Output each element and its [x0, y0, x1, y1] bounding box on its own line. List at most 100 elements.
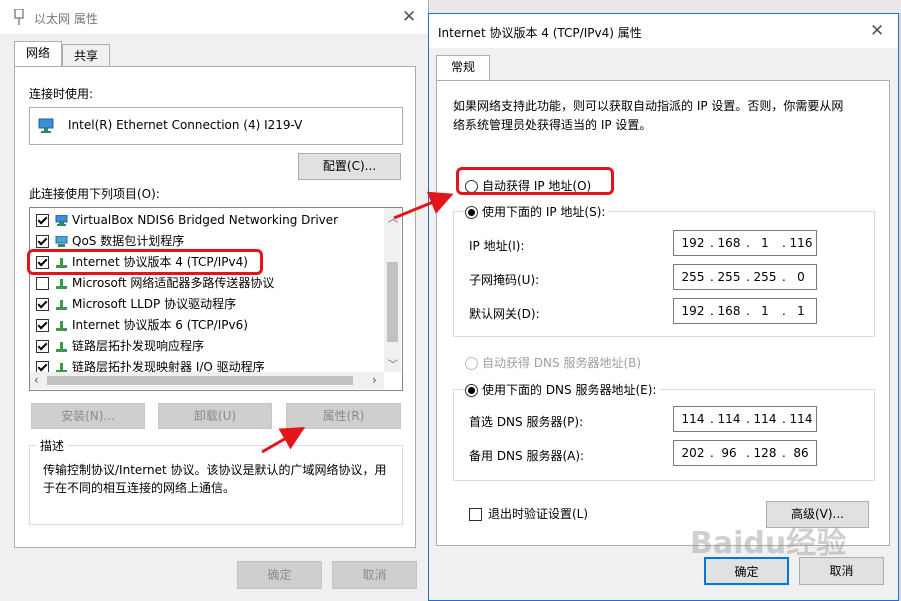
- dns-group: [453, 389, 875, 481]
- protocol-icon: [56, 320, 67, 331]
- monitor-network-icon: [38, 118, 54, 133]
- manual-dns-radio[interactable]: [465, 384, 478, 397]
- manual-ip-option[interactable]: 使用下面的 IP 地址(S):: [465, 203, 609, 220]
- item-checkbox[interactable]: [36, 214, 49, 227]
- list-item[interactable]: Microsoft LLDP 协议驱动程序: [36, 294, 236, 314]
- gateway-field[interactable]: 192. 168. 1. 1: [673, 298, 817, 324]
- auto-dns-option[interactable]: 自动获得 DNS 服务器地址(B): [465, 354, 641, 371]
- subnet-octet-4: 0: [797, 270, 805, 284]
- tab-sharing[interactable]: 共享: [62, 44, 110, 67]
- validate-option[interactable]: 退出时验证设置(L): [469, 505, 588, 522]
- scroll-right-icon[interactable]: ›: [372, 373, 377, 387]
- auto-dns-radio[interactable]: [465, 357, 478, 370]
- adns-octet-2: 96: [721, 446, 737, 460]
- validate-checkbox[interactable]: [469, 508, 482, 521]
- description-text-line2: 于在不同的相互连接的网络上通信。: [43, 481, 236, 495]
- adns-octet-1: 202: [681, 446, 705, 460]
- item-checkbox[interactable]: [36, 319, 49, 332]
- watermark: Baidu经验: [690, 526, 847, 561]
- intro-text-line2: 络系统管理员处获得适当的 IP 设置。: [453, 118, 652, 132]
- ip-octet-1: 192: [681, 236, 705, 250]
- list-item[interactable]: 链路层拓扑发现响应程序: [36, 336, 204, 356]
- items-label: 此连接使用下列项目(O):: [29, 187, 160, 201]
- manual-ip-radio[interactable]: [465, 206, 478, 219]
- alternate-dns-label: 备用 DNS 服务器(A):: [469, 449, 585, 463]
- item-checkbox[interactable]: [36, 277, 49, 290]
- protocol-icon: [56, 278, 67, 289]
- gateway-octet-2: 168: [717, 304, 741, 318]
- subnet-octet-1: 255: [681, 270, 705, 284]
- manual-dns-option[interactable]: 使用下面的 DNS 服务器地址(E):: [465, 381, 660, 398]
- ip-address-field[interactable]: 192. 168. 1. 116: [673, 230, 817, 256]
- tab-network[interactable]: 网络: [14, 41, 62, 67]
- preferred-dns-field[interactable]: 114. 114. 114. 114: [673, 406, 817, 432]
- adns-octet-3: 128: [753, 446, 777, 460]
- adapter-name: Intel(R) Ethernet Connection (4) I219-V: [68, 118, 303, 132]
- pdns-octet-1: 114: [681, 412, 705, 426]
- list-item-label: 链路层拓扑发现响应程序: [72, 339, 205, 353]
- intro-text-line1: 如果网络支持此功能，则可以获取自动指派的 IP 设置。否则，你需要从网: [453, 99, 844, 113]
- list-item-label: Internet 协议版本 6 (TCP/IPv6): [72, 318, 248, 332]
- gateway-label: 默认网关(D):: [469, 307, 540, 321]
- scroll-left-icon[interactable]: ‹: [34, 373, 39, 387]
- adns-octet-4: 86: [793, 446, 809, 460]
- general-tab-panel: 如果网络支持此功能，则可以获取自动指派的 IP 设置。否则，你需要从网 络系统管…: [436, 80, 890, 546]
- background-window-strip: [428, 0, 901, 13]
- components-list[interactable]: VirtualBox NDIS6 Bridged Networking Driv…: [29, 207, 403, 391]
- subnet-octet-2: 255: [717, 270, 741, 284]
- list-item[interactable]: VirtualBox NDIS6 Bridged Networking Driv…: [36, 210, 338, 230]
- list-item[interactable]: QoS 数据包计划程序: [36, 231, 184, 251]
- vertical-scrollbar[interactable]: ︿ ﹀: [384, 208, 401, 372]
- list-item-label: Microsoft 网络适配器多路传送器协议: [72, 276, 275, 290]
- install-button[interactable]: 安装(N)...: [31, 403, 145, 429]
- monitor-network-icon: [55, 214, 68, 226]
- item-checkbox[interactable]: [36, 298, 49, 311]
- network-tab-panel: 连接时使用: Intel(R) Ethernet Connection (4) …: [14, 66, 416, 548]
- network-adapter-icon: [14, 9, 24, 25]
- scrollbar-thumb[interactable]: [387, 262, 398, 342]
- preferred-dns-label: 首选 DNS 服务器(P):: [469, 415, 584, 429]
- ip-octet-2: 168: [717, 236, 741, 250]
- ethernet-properties-dialog: 以太网 属性 ✕ 网络 共享 连接时使用: Intel(R) Ethernet …: [0, 0, 429, 601]
- auto-ip-highlight-ring: [456, 167, 614, 195]
- manual-dns-label: 使用下面的 DNS 服务器地址(E):: [482, 383, 657, 397]
- manual-ip-label: 使用下面的 IP 地址(S):: [482, 205, 606, 219]
- scroll-up-icon[interactable]: ︿: [388, 210, 398, 225]
- ip-address-label: IP 地址(I):: [469, 239, 525, 253]
- ok-button[interactable]: 确定: [237, 561, 322, 589]
- alternate-dns-field[interactable]: 202. 96. 128. 86: [673, 440, 817, 466]
- close-icon[interactable]: ✕: [402, 9, 416, 26]
- tab-general[interactable]: 常规: [436, 55, 490, 81]
- qos-icon: [55, 235, 68, 247]
- title-bar: 以太网 属性 ✕: [0, 0, 428, 34]
- h-scrollbar-thumb[interactable]: [47, 376, 353, 385]
- ipv4-highlight-ring: [27, 249, 263, 275]
- cancel-button[interactable]: 取消: [332, 561, 417, 589]
- uninstall-button[interactable]: 卸载(U): [158, 403, 272, 429]
- item-checkbox[interactable]: [36, 235, 49, 248]
- item-checkbox[interactable]: [36, 340, 49, 353]
- window-title: 以太网 属性: [34, 12, 98, 26]
- pdns-octet-3: 114: [753, 412, 777, 426]
- configure-button[interactable]: 配置(C)...: [298, 153, 401, 180]
- properties-button[interactable]: 属性(R): [286, 403, 401, 429]
- list-item[interactable]: Microsoft 网络适配器多路传送器协议: [36, 273, 274, 293]
- validate-label: 退出时验证设置(L): [488, 507, 589, 521]
- list-item-label: QoS 数据包计划程序: [72, 234, 185, 248]
- ipv4-properties-dialog: Internet 协议版本 4 (TCP/IPv4) 属性 ✕ 常规 如果网络支…: [428, 13, 899, 601]
- description-label: 描述: [37, 437, 68, 454]
- close-icon[interactable]: ✕: [870, 23, 884, 40]
- window-title: Internet 协议版本 4 (TCP/IPv4) 属性: [438, 26, 642, 40]
- subnet-mask-label: 子网掩码(U):: [469, 273, 540, 287]
- protocol-icon: [56, 299, 67, 310]
- adapter-box: Intel(R) Ethernet Connection (4) I219-V: [29, 107, 403, 145]
- subnet-mask-field[interactable]: 255. 255. 255. 0: [673, 264, 817, 290]
- list-item-label: VirtualBox NDIS6 Bridged Networking Driv…: [72, 213, 339, 227]
- title-bar: Internet 协议版本 4 (TCP/IPv4) 属性 ✕: [429, 14, 898, 48]
- subnet-octet-3: 255: [753, 270, 777, 284]
- scroll-down-icon[interactable]: ﹀: [388, 356, 398, 371]
- gateway-octet-3: 1: [761, 304, 769, 318]
- horizontal-scrollbar[interactable]: ‹ ›: [30, 372, 384, 389]
- ip-octet-3: 1: [761, 236, 769, 250]
- list-item[interactable]: Internet 协议版本 6 (TCP/IPv6): [36, 315, 248, 335]
